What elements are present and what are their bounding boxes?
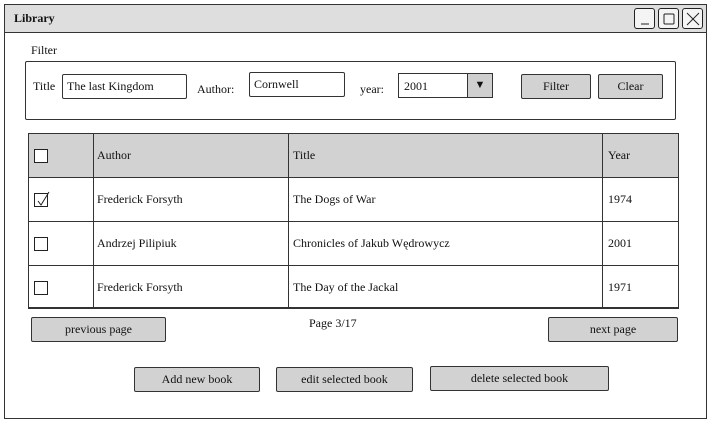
window-title: Library <box>14 11 55 25</box>
close-icon <box>686 12 700 26</box>
author-label: Author: <box>197 82 235 96</box>
title-input[interactable] <box>62 74 187 99</box>
column-divider <box>93 134 94 308</box>
table-row[interactable]: Frederick Forsyth The Day of the Jackal … <box>29 266 678 308</box>
close-button[interactable] <box>682 8 703 29</box>
row-author: Andrzej Pilipiuk <box>97 236 177 250</box>
minimize-icon <box>641 23 649 25</box>
clear-button[interactable]: Clear <box>598 74 663 99</box>
table-row[interactable]: Andrzej Pilipiuk Chronicles of Jakub Węd… <box>29 222 678 266</box>
filter-panel: Title Author: year: 2001 ▼ Filter Clear <box>25 61 676 120</box>
add-book-button[interactable]: Add new book <box>134 367 260 392</box>
filter-section-label: Filter <box>31 43 57 57</box>
row-author: Frederick Forsyth <box>97 280 183 294</box>
select-all-checkbox[interactable] <box>34 149 48 163</box>
row-year: 1971 <box>608 280 632 294</box>
year-label: year: <box>360 82 384 96</box>
page-indicator: Page 3/17 <box>309 316 357 330</box>
maximize-button[interactable] <box>658 8 679 29</box>
year-select-value: 2001 <box>404 79 428 93</box>
checkmark-icon <box>37 191 50 206</box>
dropdown-arrow-icon[interactable]: ▼ <box>467 74 492 97</box>
row-title: Chronicles of Jakub Wędrowycz <box>293 236 450 250</box>
row-checkbox[interactable] <box>34 281 48 295</box>
row-checkbox[interactable] <box>34 237 48 251</box>
column-divider <box>602 134 603 308</box>
table-header-row: Author Title Year <box>29 134 678 178</box>
title-bar: Library <box>5 5 706 33</box>
row-checkbox[interactable] <box>34 191 50 207</box>
table-row[interactable]: Frederick Forsyth The Dogs of War 1974 <box>29 178 678 222</box>
previous-page-button[interactable]: previous page <box>31 317 166 342</box>
author-column-header[interactable]: Author <box>93 134 131 177</box>
maximize-icon <box>663 13 675 25</box>
row-year: 1974 <box>608 192 632 206</box>
column-divider <box>288 134 289 308</box>
year-column-header[interactable]: Year <box>604 134 630 177</box>
row-year: 2001 <box>608 236 632 250</box>
books-table: Author Title Year Frederick Forsyth The … <box>28 133 679 309</box>
delete-book-button[interactable]: delete selected book <box>430 366 609 391</box>
minimize-button[interactable] <box>634 8 655 29</box>
filter-button[interactable]: Filter <box>521 74 591 99</box>
title-column-header[interactable]: Title <box>289 134 315 177</box>
title-label: Title <box>33 79 56 93</box>
row-title: The Dogs of War <box>293 192 376 206</box>
library-window: Library Filter Title Author: year: 2001 … <box>4 4 707 419</box>
edit-book-button[interactable]: edit selected book <box>276 367 413 392</box>
year-select[interactable]: 2001 ▼ <box>398 73 493 98</box>
row-author: Frederick Forsyth <box>97 192 183 206</box>
next-page-button[interactable]: next page <box>548 317 678 342</box>
author-input[interactable] <box>249 72 345 97</box>
row-title: The Day of the Jackal <box>293 280 399 294</box>
